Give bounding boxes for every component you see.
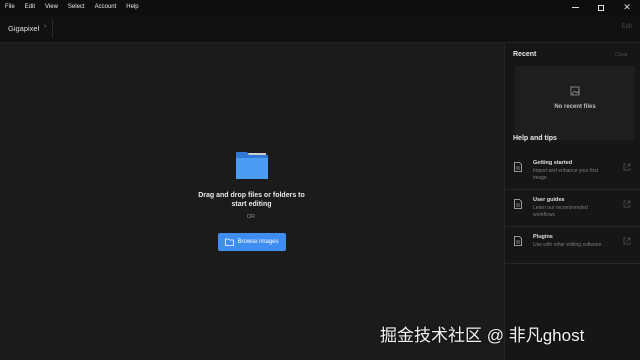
menu-help[interactable]: Help <box>126 0 138 15</box>
or-separator: OR <box>246 214 256 220</box>
drop-zone[interactable]: Drag and drop files or folders to start … <box>0 43 503 360</box>
maximize-icon <box>598 4 604 11</box>
browse-images-button[interactable]: Browse images <box>218 233 286 251</box>
menu-file[interactable]: File <box>5 0 15 15</box>
minimize-button[interactable] <box>562 0 588 15</box>
document-icon <box>514 162 522 172</box>
chevron-right-icon[interactable]: › <box>44 23 46 30</box>
external-link-icon[interactable] <box>623 200 631 208</box>
close-button[interactable]: ✕ <box>614 0 640 15</box>
help-title: Help and tips <box>513 135 557 142</box>
help-item-title: Plugins <box>533 234 553 240</box>
help-item-user-guides[interactable]: User guides Learn our recommended workfl… <box>505 191 640 227</box>
clear-recent-button[interactable]: Clear <box>615 52 628 58</box>
divider <box>52 20 53 38</box>
menu-select[interactable]: Select <box>68 0 85 15</box>
folder-icon <box>236 152 268 179</box>
edit-button[interactable]: Edit <box>622 24 632 30</box>
menu-edit[interactable]: Edit <box>25 0 35 15</box>
menu: File Edit View Select Account Help <box>0 0 149 15</box>
toolbar: Gigapixel › Edit <box>0 15 640 43</box>
watermark: 掘金技术社区 @ 非凡ghost <box>380 326 585 345</box>
minimize-icon <box>571 7 579 8</box>
window-controls: ✕ <box>562 0 640 15</box>
help-item-title: Getting started <box>533 160 573 166</box>
app-name[interactable]: Gigapixel <box>8 24 39 33</box>
menu-view[interactable]: View <box>45 0 58 15</box>
help-item-description: Learn our recommended workflows <box>533 205 588 218</box>
help-item-title: User guides <box>533 197 565 203</box>
image-icon <box>570 86 580 96</box>
help-item-getting-started[interactable]: Getting started Import and enhance your … <box>505 154 640 190</box>
document-icon <box>514 236 522 246</box>
recent-files-box: No recent files <box>515 66 635 140</box>
external-link-icon[interactable] <box>623 237 631 245</box>
recent-title: Recent <box>513 51 537 58</box>
document-icon <box>514 199 522 209</box>
browse-images-label: Browse images <box>237 239 279 245</box>
help-item-plugins[interactable]: Plugins Use with other editing software <box>505 228 640 264</box>
no-recent-files: No recent files <box>554 104 596 110</box>
menu-bar: File Edit View Select Account Help ✕ <box>0 0 640 15</box>
maximize-button[interactable] <box>588 0 614 15</box>
side-panel: Recent Clear No recent files Help and ti… <box>504 43 640 360</box>
menu-account[interactable]: Account <box>95 0 117 15</box>
main-area: Drag and drop files or folders to start … <box>0 43 503 360</box>
external-link-icon[interactable] <box>623 163 631 171</box>
close-icon: ✕ <box>623 2 631 12</box>
drop-message: Drag and drop files or folders to start … <box>198 192 305 208</box>
help-item-description: Use with other editing software <box>533 242 602 248</box>
help-item-description: Import and enhance your first image <box>533 168 599 181</box>
folder-open-icon <box>225 238 235 246</box>
